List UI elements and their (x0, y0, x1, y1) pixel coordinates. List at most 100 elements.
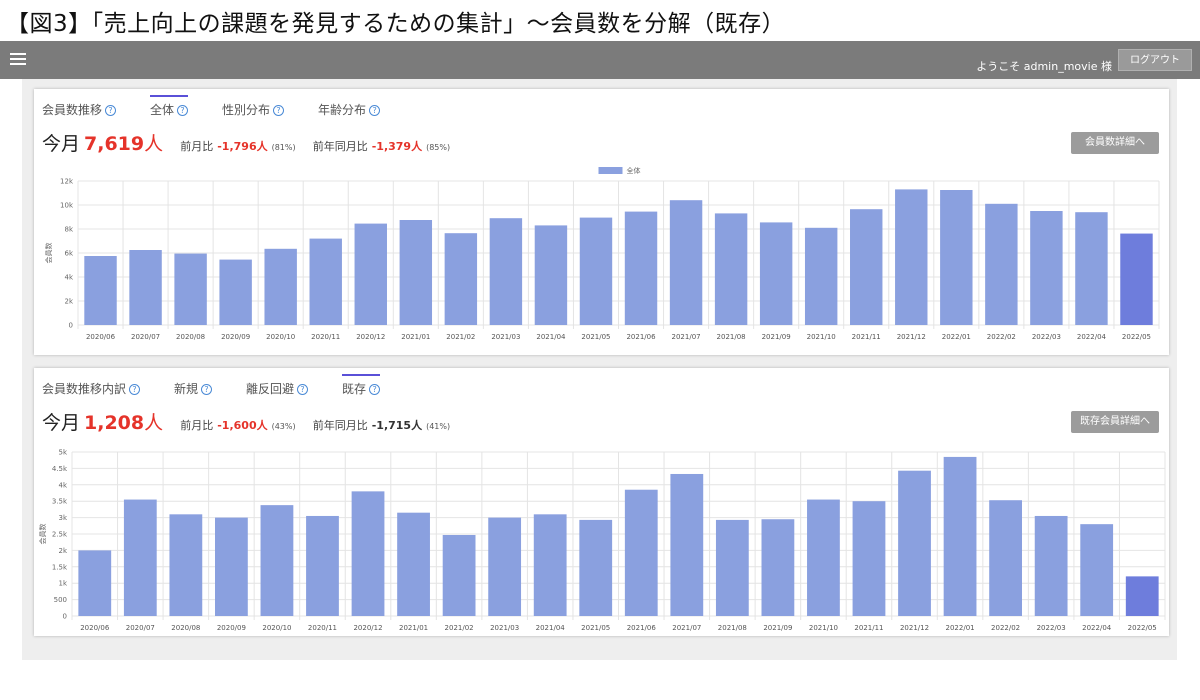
bar[interactable] (84, 256, 117, 325)
logout-button[interactable]: ログアウト (1118, 49, 1192, 71)
bar[interactable] (807, 499, 840, 616)
x-tick-label: 2020/11 (311, 333, 340, 341)
help-icon[interactable]: ? (105, 105, 117, 116)
y-tick-label: 1k (58, 580, 67, 588)
x-tick-label: 2022/04 (1077, 333, 1107, 341)
y-axis-label: 会員数 (38, 524, 47, 545)
x-tick-label: 2021/08 (718, 624, 747, 632)
summary-line: 今月 1,208人 前月比 -1,600人 (43%) 前年同月比 -1,715人 (41… (42, 408, 450, 436)
y-axis-label: 会員数 (44, 243, 53, 264)
bar[interactable] (1080, 524, 1114, 616)
tab-existing[interactable]: 既存? (342, 374, 381, 402)
bar[interactable] (579, 217, 613, 325)
x-tick-label: 2020/10 (262, 624, 291, 632)
help-icon[interactable]: ? (273, 105, 285, 116)
y-tick-label: 4k (64, 274, 73, 282)
x-tick-label: 2020/12 (356, 333, 385, 341)
bar[interactable] (985, 203, 1018, 325)
bar[interactable] (714, 213, 748, 325)
member-detail-button[interactable]: 会員数詳細へ (1071, 132, 1159, 154)
y-tick-label: 2.5k (52, 531, 68, 539)
bar[interactable] (351, 491, 385, 616)
member-count-panel: 会員数推移? 全体? 性別分布? 年齢分布? 今月 7,619人 前月比 -1,79… (34, 89, 1169, 355)
bar[interactable] (669, 200, 703, 325)
bar[interactable] (488, 517, 522, 616)
help-icon[interactable]: ? (297, 384, 309, 395)
bar[interactable] (715, 519, 749, 616)
tab-member-breakdown[interactable]: 会員数推移内訳? (42, 380, 141, 402)
bar[interactable] (1125, 576, 1159, 616)
bar[interactable] (533, 514, 567, 616)
bar[interactable] (898, 470, 931, 616)
x-tick-label: 2021/02 (446, 333, 475, 341)
tab-member-trend[interactable]: 会員数推移? (42, 101, 117, 123)
bar[interactable] (943, 456, 977, 616)
figure-title: 【図3】「売上向上の課題を発見するための集計」〜会員数を分解（既存） (6, 11, 786, 37)
y-tick-label: 5k (58, 449, 67, 457)
bar[interactable] (624, 489, 658, 616)
tab-new[interactable]: 新規? (174, 380, 213, 402)
bar[interactable] (78, 550, 112, 616)
bar[interactable] (989, 500, 1022, 616)
bar[interactable] (852, 501, 886, 616)
tab-gender-distribution[interactable]: 性別分布? (222, 101, 285, 123)
bar[interactable] (1075, 212, 1108, 325)
this-month-unit: 人 (144, 412, 164, 434)
bar[interactable] (442, 534, 476, 616)
tab-churn-avoidance[interactable]: 離反回避? (246, 380, 309, 402)
x-tick-label: 2021/01 (401, 333, 430, 341)
x-tick-label: 2020/06 (80, 624, 110, 632)
bar[interactable] (624, 211, 658, 325)
bar[interactable] (309, 238, 342, 325)
bar[interactable] (169, 514, 203, 616)
x-tick-label: 2021/05 (581, 333, 610, 341)
existing-member-chart: 0 500 1k 1.5k 2k 2.5k 3k 3.5k 4k 4.5k 5k 会員数 2020/06… (38, 449, 1166, 632)
bar[interactable] (354, 223, 387, 325)
yoy-percent: (41%) (426, 422, 451, 431)
bar[interactable] (444, 233, 478, 325)
bar[interactable] (123, 499, 157, 616)
y-tick-label: 3.5k (52, 498, 68, 506)
bar[interactable] (940, 190, 973, 325)
bar[interactable] (219, 259, 252, 325)
mom-label: 前月比 (180, 419, 214, 432)
bar[interactable] (306, 515, 339, 616)
bar[interactable] (397, 512, 430, 616)
bar[interactable] (399, 220, 433, 325)
help-icon[interactable]: ? (369, 384, 381, 395)
x-tick-label: 2021/07 (672, 624, 701, 632)
bar[interactable] (174, 253, 207, 325)
help-icon[interactable]: ? (129, 384, 141, 395)
y-tick-label: 0 (63, 613, 67, 621)
bar[interactable] (534, 225, 568, 325)
bar[interactable] (260, 505, 294, 616)
bar[interactable] (759, 222, 793, 325)
bar[interactable] (895, 189, 928, 325)
help-icon[interactable]: ? (369, 105, 381, 116)
bar[interactable] (1120, 233, 1153, 325)
bar[interactable] (850, 209, 883, 325)
bar[interactable] (1034, 515, 1068, 616)
mom-value: -1,600人 (217, 419, 268, 432)
tab-age-distribution[interactable]: 年齢分布? (318, 101, 381, 123)
x-tick-label: 2020/06 (86, 333, 116, 341)
bar[interactable] (264, 248, 297, 325)
app-header: ようこそ admin_movie 様 ログアウト (0, 41, 1200, 79)
this-month-unit: 人 (144, 133, 164, 155)
bar[interactable] (129, 250, 162, 325)
bar[interactable] (804, 227, 838, 325)
x-tick-label: 2020/08 (171, 624, 200, 632)
tab-overall[interactable]: 全体? (150, 95, 189, 123)
bar[interactable] (1030, 211, 1063, 325)
bar[interactable] (489, 218, 523, 325)
bar[interactable] (215, 517, 248, 616)
help-icon[interactable]: ? (201, 384, 213, 395)
help-icon[interactable]: ? (177, 105, 189, 116)
existing-member-detail-button[interactable]: 既存会員詳細へ (1071, 411, 1159, 433)
bar[interactable] (579, 519, 613, 616)
y-tick-label: 4.5k (52, 465, 68, 473)
hamburger-menu-icon[interactable] (10, 53, 26, 65)
x-tick-label: 2021/06 (627, 624, 657, 632)
bar[interactable] (670, 473, 704, 616)
bar[interactable] (761, 519, 795, 616)
